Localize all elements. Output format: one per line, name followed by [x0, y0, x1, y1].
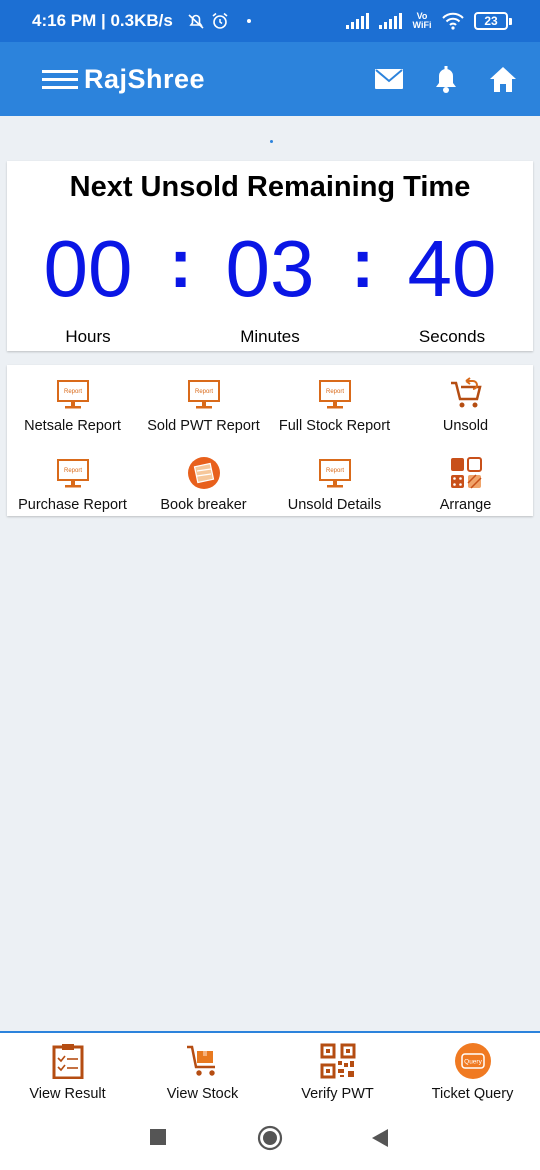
- menu-label: Unsold: [442, 418, 489, 434]
- dot-icon: [246, 19, 251, 23]
- menu-netsale-report[interactable]: Report Netsale Report: [7, 367, 138, 437]
- home-icon[interactable]: [488, 65, 518, 93]
- query-icon-text: Query: [464, 1059, 482, 1066]
- back-icon[interactable]: [371, 1128, 389, 1148]
- nav-label: View Stock: [166, 1086, 239, 1102]
- signal-icon: [346, 13, 369, 29]
- menu-label: Sold PWT Report: [147, 418, 260, 434]
- query-ticket-icon: Query: [454, 1043, 491, 1079]
- menu-label: Full Stock Report: [278, 418, 391, 434]
- system-nav-bar: [0, 1106, 540, 1170]
- menu-book-breaker[interactable]: Book breaker: [138, 446, 269, 516]
- menu-label: Purchase Report: [18, 497, 127, 513]
- report-icon-text: Report: [325, 389, 343, 395]
- nav-label: Verify PWT: [301, 1086, 374, 1102]
- menu-label: Arrange: [439, 497, 492, 513]
- colon-separator: :: [169, 224, 193, 302]
- hours-label: Hours: [65, 327, 111, 346]
- menu-label: Netsale Report: [24, 418, 121, 434]
- colon-separator: :: [351, 224, 375, 302]
- nav-ticket-query[interactable]: Query Ticket Query: [405, 1033, 540, 1108]
- report-monitor-icon: Report: [187, 380, 220, 409]
- clipboard-check-icon: [52, 1044, 83, 1079]
- wifi-icon: [442, 12, 464, 30]
- menu-unsold[interactable]: Unsold: [400, 367, 531, 437]
- bell-icon[interactable]: [432, 64, 460, 94]
- menu-icon[interactable]: [42, 69, 78, 89]
- nav-view-result[interactable]: View Result: [0, 1033, 135, 1108]
- nav-verify-pwt[interactable]: Verify PWT: [270, 1033, 405, 1108]
- cart-return-icon: [450, 377, 482, 408]
- nav-view-stock[interactable]: View Stock: [135, 1033, 270, 1108]
- report-monitor-icon: Report: [318, 380, 351, 409]
- arrange-tiles-icon: [450, 457, 482, 489]
- home-circle-icon[interactable]: [257, 1125, 283, 1151]
- alarm-icon: [212, 12, 228, 29]
- menu-sold-pwt-report[interactable]: Report Sold PWT Report: [138, 367, 269, 437]
- minutes-label: Minutes: [240, 327, 300, 346]
- cart-box-icon: [186, 1045, 215, 1076]
- report-monitor-icon: Report: [56, 459, 89, 488]
- menu-arrange[interactable]: Arrange: [400, 446, 531, 516]
- vowifi-label: Vo WiFi: [412, 11, 432, 30]
- app-bar: RajShree: [0, 42, 540, 116]
- report-icon-text: Report: [63, 468, 81, 474]
- battery-level: 23: [474, 12, 508, 30]
- recents-icon[interactable]: [149, 1128, 167, 1146]
- menu-label: Unsold Details: [287, 497, 382, 513]
- countdown-card: Next Unsold Remaining Time 00 : 03 : 40 …: [7, 161, 533, 351]
- menu-label: Book breaker: [160, 497, 247, 513]
- signal-icon-2: [379, 13, 402, 29]
- seconds-label: Seconds: [418, 327, 486, 346]
- status-bar: 4:16 PM | 0.3KB/s Vo WiFi 23: [0, 0, 540, 42]
- seconds-value: 40: [407, 224, 497, 313]
- menu-full-stock-report[interactable]: Report Full Stock Report: [269, 367, 400, 437]
- brand-logo[interactable]: RajShree: [42, 64, 205, 95]
- hours-value: 00: [43, 224, 133, 313]
- countdown-title: Next Unsold Remaining Time: [69, 171, 471, 203]
- mail-icon[interactable]: [374, 68, 404, 90]
- menu-purchase-report[interactable]: Report Purchase Report: [7, 446, 138, 516]
- battery-icon: 23: [474, 12, 512, 30]
- report-monitor-icon: Report: [56, 380, 89, 409]
- countdown-digits: 00 : 03 : 40: [7, 224, 533, 313]
- loading-dot: [270, 140, 273, 143]
- status-time: 4:16 PM | 0.3KB/s: [32, 11, 173, 30]
- notification-off-icon: [188, 14, 204, 29]
- report-icon-text: Report: [325, 468, 343, 474]
- book-breaker-icon: [187, 457, 220, 489]
- nav-label: View Result: [29, 1086, 106, 1102]
- brand-name: RajShree: [84, 63, 206, 94]
- qr-code-icon: [320, 1043, 355, 1079]
- report-monitor-icon: Report: [318, 459, 351, 488]
- report-icon-text: Report: [194, 389, 212, 395]
- menu-grid-card: Report Netsale Report Report Sold PWT Re…: [7, 365, 533, 516]
- minutes-value: 03: [225, 224, 315, 313]
- nav-label: Ticket Query: [431, 1086, 514, 1102]
- report-icon-text: Report: [63, 389, 81, 395]
- bottom-nav: View Result View Stock Verify PWT Query …: [0, 1031, 540, 1106]
- menu-unsold-details[interactable]: Report Unsold Details: [269, 446, 400, 516]
